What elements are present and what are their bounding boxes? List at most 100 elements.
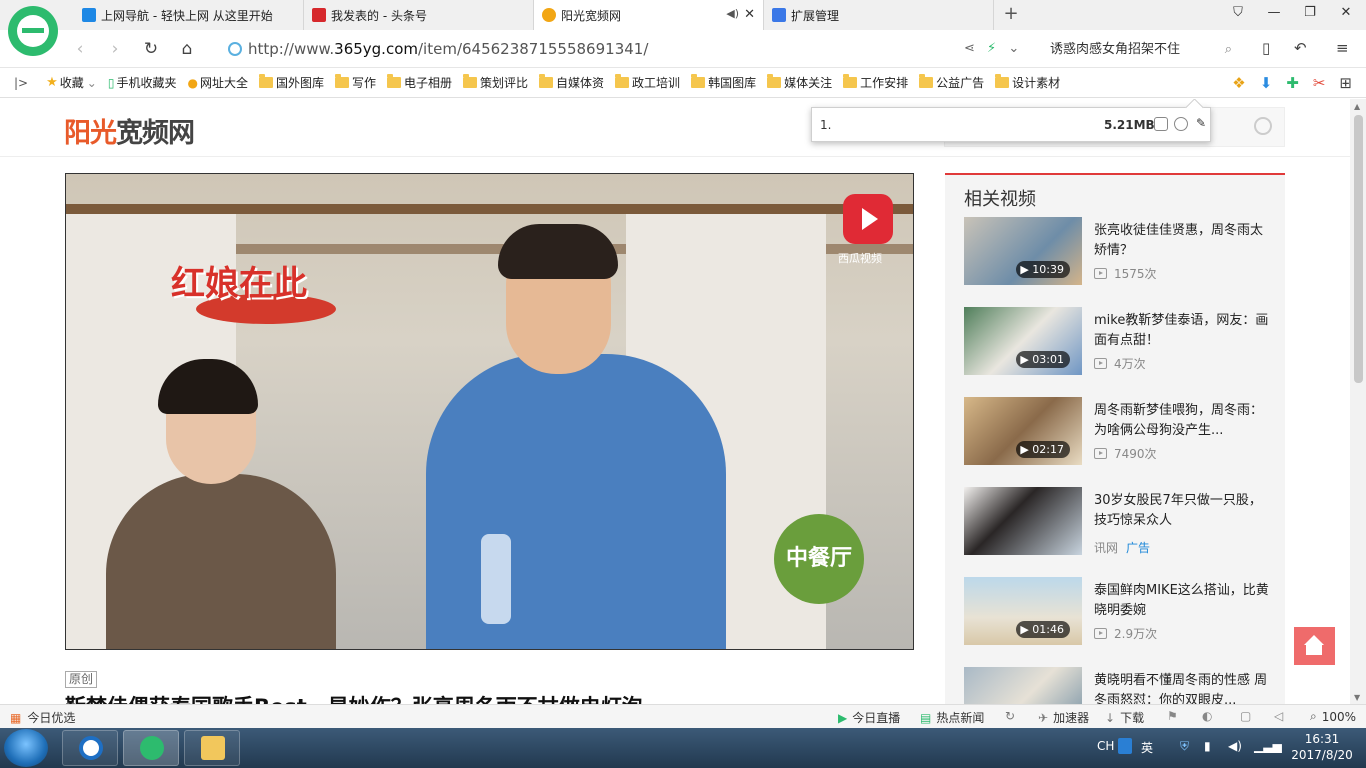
taskbar-app-browser-green[interactable]	[123, 730, 179, 766]
bookmark-folder[interactable]: 电子相册	[387, 74, 452, 91]
video-thumbnail[interactable]: ▶ 02:17	[964, 397, 1082, 465]
video-thumbnail[interactable]: ▶ 03:01	[964, 307, 1082, 375]
forward-arrow-icon[interactable]: ›	[105, 39, 125, 59]
lightning-icon[interactable]: ⚡	[987, 41, 996, 56]
mobile-icon[interactable]: ▯	[1262, 39, 1270, 57]
back-arrow-icon[interactable]: ‹	[70, 39, 90, 59]
bookmark-folder[interactable]: 写作	[334, 74, 376, 91]
bookmark-label: 写作	[351, 76, 376, 90]
url-input[interactable]: http://www.365yg.com/item/64562387155586…	[222, 36, 1034, 62]
close-tab-icon[interactable]: ✕	[744, 7, 755, 22]
restore-button[interactable]: ❐	[1298, 5, 1322, 25]
xigua-play-icon[interactable]	[843, 194, 893, 244]
accelerator[interactable]: ✈ 加速器	[1038, 709, 1089, 726]
bookmark-folder[interactable]: 公益广告	[919, 74, 984, 91]
bookmark-folder[interactable]: 工作安排	[843, 74, 908, 91]
minimize-button[interactable]: —	[1262, 5, 1286, 25]
taskbar-app-explorer[interactable]	[184, 730, 240, 766]
undo-icon[interactable]: ↶	[1294, 39, 1307, 57]
add-extension-icon[interactable]: ✚	[1286, 74, 1299, 92]
taskbar-app-browser-blue[interactable]	[62, 730, 118, 766]
bookmark-folder[interactable]: 自媒体资	[539, 74, 604, 91]
download-arrow-icon[interactable]: ⬇	[1260, 74, 1273, 92]
bookmark-mobile[interactable]: ▯ 手机收藏夹	[108, 74, 177, 91]
video-title[interactable]: mike教靳梦佳泰语，网友：画面有点甜！	[1094, 311, 1269, 351]
list-item[interactable]: ▶ 03:01 mike教靳梦佳泰语，网友：画面有点甜！ 4万次	[964, 307, 1274, 377]
play-circle-icon[interactable]	[1174, 117, 1188, 131]
list-item[interactable]: 30岁女股民7年只做一只股，技巧惊呆众人 讯网 广告	[964, 487, 1274, 557]
share-icon[interactable]: ⋖	[964, 41, 975, 56]
video-title[interactable]: 黄晓明看不懂周冬雨的性感 周冬雨怒怼：你的双眼皮...	[1094, 671, 1269, 704]
video-title[interactable]: 泰国鲜肉MIKE这么搭讪，比黄晓明委婉	[1094, 581, 1269, 621]
video-thumbnail[interactable]: ▶ 10:39	[964, 217, 1082, 285]
ad-thumbnail[interactable]	[964, 487, 1082, 555]
home-icon[interactable]: ⌂	[177, 39, 197, 59]
tab-yangguang-kuanpin[interactable]: 阳光宽频网 ◀) ✕	[534, 0, 764, 30]
menu-icon[interactable]: ≡	[1336, 39, 1349, 57]
site-security-icon	[228, 42, 242, 56]
back-to-home-button[interactable]	[1294, 627, 1335, 665]
window-icon[interactable]: ▢	[1240, 709, 1251, 723]
list-item[interactable]: ▶ 01:46 泰国鲜肉MIKE这么搭讪，比黄晓明委婉 2.9万次	[964, 577, 1274, 647]
network-signal-icon[interactable]: ▁▃▅	[1254, 739, 1282, 753]
windows-start-button[interactable]	[4, 729, 48, 767]
volume-icon[interactable]: ◁	[1274, 709, 1283, 723]
video-title[interactable]: 周冬雨靳梦佳喂狗，周冬雨：为啥俩公母狗没产生...	[1094, 401, 1269, 441]
site-logo[interactable]: 阳光宽频网	[64, 111, 195, 150]
search-input[interactable]: 诱惑肉感女角招架不住 ⌕	[1040, 38, 1240, 62]
screenshot-scissors-icon[interactable]: ✂	[1313, 74, 1326, 92]
today-live[interactable]: ▶ 今日直播	[838, 709, 900, 726]
bookmark-folder[interactable]: 媒体关注	[767, 74, 832, 91]
device-icon[interactable]: ▮	[1204, 739, 1211, 753]
downloads[interactable]: ↓ 下载	[1105, 709, 1144, 726]
list-item[interactable]: 黄晓明看不懂周冬雨的性感 周冬雨怒怼：你的双眼皮...	[964, 667, 1274, 704]
hot-news[interactable]: ▤ 热点新闻	[920, 709, 984, 726]
scrollbar-thumb[interactable]	[1354, 115, 1363, 383]
chevron-down-icon[interactable]: ⌄	[1008, 41, 1019, 56]
tab-shangwang-daohang[interactable]: 上网导航 - 轻快上网 从这里开始	[74, 0, 304, 30]
scroll-down-arrow-icon[interactable]: ▼	[1354, 693, 1360, 702]
input-language[interactable]: CH	[1097, 739, 1114, 753]
zoom-level[interactable]: ⌕ 100%	[1310, 709, 1356, 724]
bookmark-folder[interactable]: 国外图库	[258, 74, 324, 91]
bookmark-folder[interactable]: 韩国图库	[691, 74, 756, 91]
copy-icon[interactable]	[1154, 117, 1168, 131]
flag-icon[interactable]: ⚑	[1167, 709, 1178, 723]
browser-logo-icon[interactable]	[8, 6, 58, 56]
grid-apps-icon[interactable]: ⊞	[1339, 74, 1352, 92]
speaker-icon[interactable]: ◀)	[1228, 739, 1242, 753]
video-title[interactable]: 张亮收徒佳佳贤惠，周冬雨太矫情？	[1094, 221, 1269, 261]
pin-icon[interactable]: ✎	[1196, 116, 1206, 130]
extension-cat-icon[interactable]: ❖	[1232, 74, 1245, 92]
bookmark-favorites[interactable]: ★ 收藏 ⌄	[46, 74, 97, 91]
scroll-up-arrow-icon[interactable]: ▲	[1354, 102, 1360, 111]
speaker-icon[interactable]: ◀)	[726, 7, 739, 20]
search-icon[interactable]	[1254, 117, 1272, 135]
list-item[interactable]: ▶ 02:17 周冬雨靳梦佳喂狗，周冬雨：为啥俩公母狗没产生... 7490次	[964, 397, 1274, 467]
refresh-status-icon[interactable]: ↻	[1005, 709, 1015, 723]
bookmark-folder[interactable]: 设计素材	[995, 74, 1060, 91]
video-player[interactable]: 红娘在此 西瓜视频 中餐厅	[65, 173, 914, 650]
sidebar-toggle-icon[interactable]: |>	[14, 76, 28, 90]
system-clock[interactable]: 16:31 2017/8/20	[1290, 731, 1354, 763]
bookmark-site-directory[interactable]: ● 网址大全	[187, 74, 248, 91]
ime-mode[interactable]: 英	[1141, 739, 1153, 756]
page-scrollbar[interactable]: ▲ ▼	[1350, 99, 1366, 704]
video-thumbnail[interactable]: ▶ 01:46	[964, 577, 1082, 645]
ime-q-icon[interactable]	[1118, 738, 1132, 754]
list-item[interactable]: ▶ 10:39 张亮收徒佳佳贤惠，周冬雨太矫情？ 1575次	[964, 217, 1274, 287]
new-tab-button[interactable]: +	[1000, 4, 1022, 26]
shirt-skin-icon[interactable]: ⛉	[1226, 5, 1250, 25]
refresh-icon[interactable]: ↻	[141, 39, 161, 59]
shield-icon[interactable]: ⛨	[1180, 739, 1189, 754]
video-thumbnail[interactable]	[964, 667, 1082, 704]
tab-toutiaohao[interactable]: 我发表的 - 头条号	[304, 0, 534, 30]
daily-picks[interactable]: ▦ 今日优选	[10, 709, 75, 726]
bookmark-folder[interactable]: 策划评比	[463, 74, 528, 91]
ie-mode-icon[interactable]: ◐	[1202, 709, 1212, 723]
bookmark-folder[interactable]: 政工培训	[615, 74, 680, 91]
close-window-button[interactable]: ✕	[1334, 5, 1358, 25]
ad-title[interactable]: 30岁女股民7年只做一只股，技巧惊呆众人	[1094, 491, 1269, 531]
search-icon[interactable]: ⌕	[1225, 38, 1232, 62]
tab-kuozhan-guanli[interactable]: 扩展管理	[764, 0, 994, 30]
